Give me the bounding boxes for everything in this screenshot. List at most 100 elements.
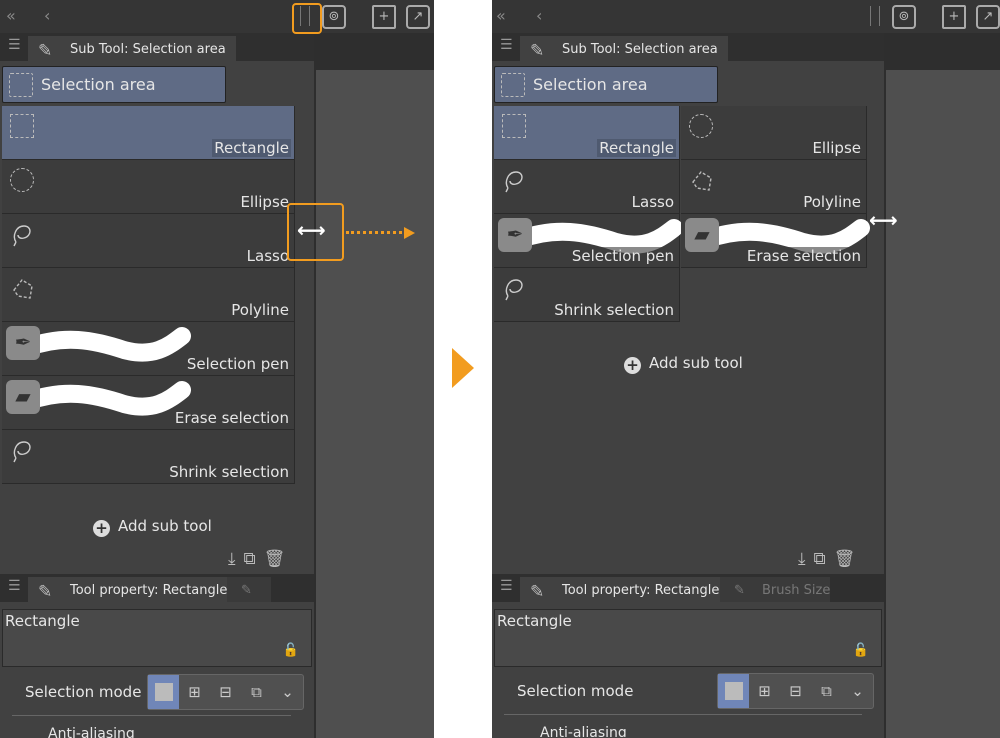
new-selection-button[interactable] bbox=[718, 674, 749, 708]
group-label: Selection area bbox=[41, 75, 156, 94]
duplicate-icon[interactable]: ⧉ bbox=[814, 549, 834, 569]
subtract-selection-button[interactable]: ⊟ bbox=[210, 675, 241, 709]
lasso-icon bbox=[10, 222, 34, 247]
sub-tool-item[interactable]: Rectangle bbox=[2, 106, 295, 160]
link-icon[interactable]: ⊚ bbox=[322, 5, 346, 29]
intersect-selection-button[interactable]: ⧉ bbox=[811, 674, 842, 708]
sub-tool-item[interactable]: Polyline bbox=[681, 160, 867, 214]
tab-label: Brush Size bbox=[762, 583, 831, 598]
ellipse-selection-icon bbox=[10, 168, 34, 192]
next-arrow-icon bbox=[452, 348, 474, 388]
plus-icon: + bbox=[93, 520, 110, 537]
tab-label: Tool property: Rectangle bbox=[70, 583, 228, 598]
sub-tool-label: Polyline bbox=[229, 301, 291, 319]
collapse-all-icon[interactable]: « bbox=[6, 6, 16, 25]
sub-tool-item[interactable]: Shrink selection bbox=[494, 268, 680, 322]
dotted-arrow-line bbox=[346, 231, 402, 234]
menu-icon[interactable]: ☰ bbox=[500, 37, 513, 53]
sub-tool-label: Erase selection bbox=[744, 247, 863, 265]
tool-name: Rectangle bbox=[497, 612, 572, 630]
divider bbox=[504, 714, 862, 715]
eraser-icon: ▰ bbox=[6, 380, 40, 414]
sub-tool-label: Lasso bbox=[244, 247, 291, 265]
sub-tool-item[interactable]: Lasso bbox=[494, 160, 680, 214]
tab-brush-size[interactable]: ✎ Brush Size bbox=[720, 577, 830, 602]
menu-icon[interactable]: ☰ bbox=[8, 37, 21, 53]
open-folder-icon[interactable]: ↗ bbox=[976, 5, 1000, 29]
tab-label: Tool property: Rectangle bbox=[562, 583, 720, 598]
collapse-all-icon[interactable]: « bbox=[496, 6, 506, 25]
tab-sub-tool[interactable]: ✎ Sub Tool: Selection area bbox=[520, 36, 728, 61]
selection-mode-buttons: ⊞ ⊟ ⧉ ⌄ bbox=[717, 673, 874, 709]
property-tab-row: ☰ ✎ Tool property: Rectangle ✎ bbox=[0, 574, 314, 602]
chevron-down-icon[interactable]: ⌄ bbox=[272, 675, 303, 709]
sub-tool-actions: ⤓⧉🗑 bbox=[798, 549, 863, 569]
trash-icon[interactable]: 🗑 bbox=[834, 549, 864, 569]
trash-icon[interactable]: 🗑 bbox=[264, 549, 294, 569]
group-label: Selection area bbox=[533, 75, 648, 94]
tab-sub-tool[interactable]: ✎ Sub Tool: Selection area bbox=[28, 36, 236, 61]
polyline-icon bbox=[689, 168, 713, 192]
brush-stroke-preview bbox=[17, 327, 191, 362]
top-bar: « ‹ ⊚ + ↗ bbox=[492, 0, 1000, 33]
tab-label: Sub Tool: Selection area bbox=[70, 42, 226, 57]
panel-grip-handle[interactable] bbox=[870, 6, 880, 26]
sub-tool-item[interactable]: Rectangle bbox=[494, 106, 680, 160]
ellipse-selection-icon bbox=[689, 114, 713, 138]
selection-mode-label: Selection mode bbox=[517, 682, 634, 700]
download-icon[interactable]: ⤓ bbox=[228, 549, 244, 569]
subtract-selection-button[interactable]: ⊟ bbox=[780, 674, 811, 708]
menu-icon[interactable]: ☰ bbox=[500, 578, 513, 594]
duplicate-icon[interactable]: ⧉ bbox=[244, 549, 264, 569]
sub-tool-item[interactable]: ✒ Selection pen bbox=[2, 322, 295, 376]
tab-tool-property[interactable]: ✎ Tool property: Rectangle bbox=[28, 577, 238, 602]
tool-name-box: Rectangle 🔓 bbox=[2, 609, 312, 667]
intersect-selection-button[interactable]: ⧉ bbox=[241, 675, 272, 709]
selection-pen-icon: ✒ bbox=[6, 326, 40, 360]
add-sub-tool-button[interactable]: + Add sub tool bbox=[93, 517, 212, 537]
selection-mode-label: Selection mode bbox=[25, 683, 142, 701]
new-selection-button[interactable] bbox=[148, 675, 179, 709]
collapse-icon[interactable]: ‹ bbox=[536, 6, 542, 25]
sub-tool-item[interactable]: Shrink selection bbox=[2, 430, 295, 484]
add-sub-tool-button[interactable]: + Add sub tool bbox=[624, 354, 743, 374]
add-selection-button[interactable]: ⊞ bbox=[179, 675, 210, 709]
download-icon[interactable]: ⤓ bbox=[798, 549, 814, 569]
sub-tool-item[interactable]: Ellipse bbox=[681, 106, 867, 160]
sub-tool-panel: ☰ ✎ Sub Tool: Selection area Selection ar… bbox=[0, 33, 314, 738]
new-file-icon[interactable]: + bbox=[942, 5, 966, 29]
plus-icon: + bbox=[624, 357, 641, 374]
brush-size-icon: ✎ bbox=[241, 583, 252, 598]
canvas-area bbox=[316, 70, 434, 738]
sub-tool-item[interactable]: Polyline bbox=[2, 268, 295, 322]
tab-brush-size[interactable]: ✎ bbox=[227, 577, 271, 602]
add-selection-button[interactable]: ⊞ bbox=[749, 674, 780, 708]
sub-tool-item[interactable]: Lasso bbox=[2, 214, 295, 268]
unlock-icon[interactable]: 🔓 bbox=[853, 643, 869, 658]
chevron-down-icon[interactable]: ⌄ bbox=[842, 674, 873, 708]
unlock-icon[interactable]: 🔓 bbox=[283, 643, 299, 658]
sub-tool-label: Lasso bbox=[629, 193, 676, 211]
open-folder-icon[interactable]: ↗ bbox=[406, 5, 430, 29]
rectangle-selection-icon bbox=[9, 73, 33, 97]
sub-tool-item[interactable]: ▰ Erase selection bbox=[681, 214, 870, 268]
grip-highlight bbox=[292, 3, 322, 34]
collapse-icon[interactable]: ‹ bbox=[44, 6, 50, 25]
group-selection-area[interactable]: Selection area bbox=[2, 66, 226, 103]
resize-horizontal-icon: ⟷ bbox=[297, 218, 326, 242]
sub-tool-item[interactable]: Ellipse bbox=[2, 160, 295, 214]
sub-tool-icon: ✎ bbox=[530, 41, 545, 61]
link-icon[interactable]: ⊚ bbox=[892, 5, 916, 29]
group-selection-area[interactable]: Selection area bbox=[494, 66, 718, 103]
new-file-icon[interactable]: + bbox=[372, 5, 396, 29]
menu-icon[interactable]: ☰ bbox=[8, 578, 21, 594]
sub-tool-item[interactable]: ▰ Erase selection bbox=[2, 376, 295, 430]
tab-tool-property[interactable]: ✎ Tool property: Rectangle bbox=[520, 577, 730, 602]
arrow-head bbox=[404, 227, 415, 239]
sub-tool-item[interactable]: ✒ Selection pen bbox=[494, 214, 683, 268]
sub-tool-actions: ⤓⧉🗑 bbox=[228, 549, 293, 569]
before-screenshot: « ‹ ⊚ + ↗ ☰ ✎ Sub Tool: Selection area Se… bbox=[0, 0, 434, 738]
sub-tool-label: Ellipse bbox=[238, 193, 291, 211]
sub-tool-label: Ellipse bbox=[810, 139, 863, 157]
tool-name: Rectangle bbox=[5, 612, 80, 630]
